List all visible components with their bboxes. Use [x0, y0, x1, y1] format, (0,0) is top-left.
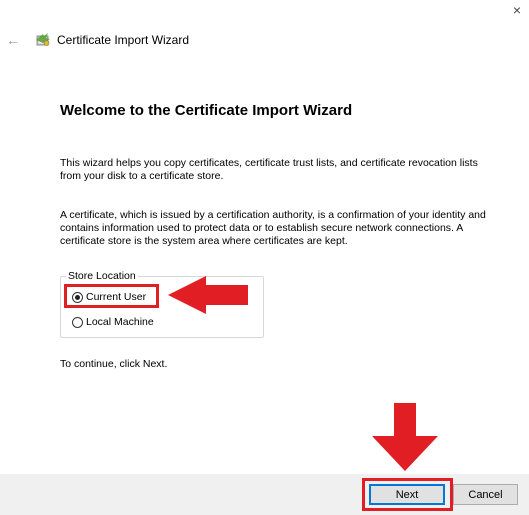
current-user-highlight-box — [64, 284, 159, 308]
local-machine-radio[interactable] — [72, 316, 83, 328]
cancel-button[interactable]: Cancel — [453, 484, 518, 505]
page-heading: Welcome to the Certificate Import Wizard — [60, 102, 353, 119]
window-title: Certificate Import Wizard — [57, 33, 190, 47]
certificate-description-paragraph: A certificate, which is issued by a cert… — [60, 209, 486, 247]
back-arrow-icon[interactable]: ← — [6, 32, 22, 48]
intro-paragraph: This wizard helps you copy certificates,… — [60, 157, 478, 182]
local-machine-radio-option[interactable]: Local Machine — [72, 315, 154, 329]
continue-instruction: To continue, click Next. — [60, 358, 168, 370]
certificate-wizard-icon — [34, 31, 52, 49]
red-arrow-down-icon — [372, 403, 438, 471]
next-button[interactable]: Next — [369, 484, 445, 505]
local-machine-label: Local Machine — [86, 316, 154, 328]
close-button[interactable]: × — [505, 0, 529, 22]
red-arrow-left-icon — [168, 276, 248, 314]
store-location-legend: Store Location — [66, 270, 138, 282]
